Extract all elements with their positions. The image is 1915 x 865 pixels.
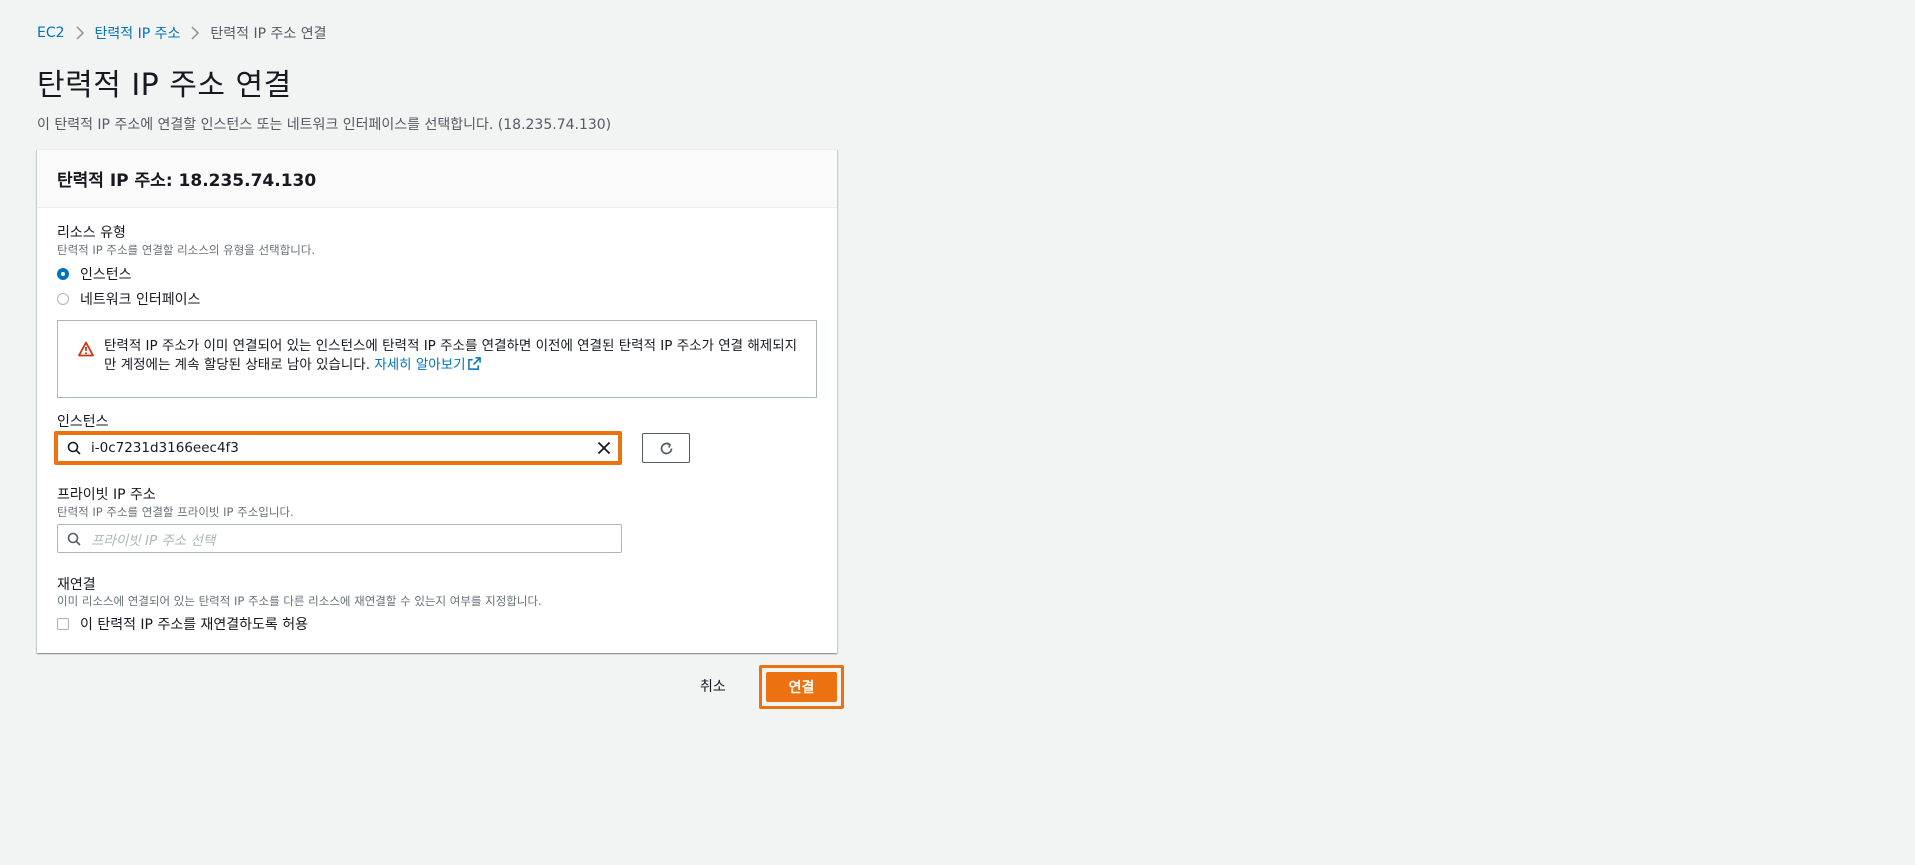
private-ip-label: 프라이빗 IP 주소	[57, 487, 156, 503]
associate-button[interactable]: 연결	[766, 672, 837, 702]
breadcrumb-elastic-ips[interactable]: 탄력적 IP 주소	[95, 23, 181, 43]
breadcrumb: EC2 탄력적 IP 주소 탄력적 IP 주소 연결	[37, 23, 327, 43]
chevron-right-icon	[65, 26, 95, 40]
breadcrumb-ec2[interactable]: EC2	[37, 25, 65, 41]
chevron-right-icon	[180, 26, 210, 40]
reassociate-checkbox[interactable]	[57, 618, 69, 630]
refresh-icon	[660, 441, 672, 454]
page: EC2 탄력적 IP 주소 탄력적 IP 주소 연결 탄력적 IP 주소 연결 …	[0, 0, 1915, 865]
page-description: 이 탄력적 IP 주소에 연결할 인스턴스 또는 네트워크 인터페이스를 선택합…	[37, 117, 612, 133]
reassociate-description: 이미 리소스에 연결되어 있는 탄력적 IP 주소를 다른 리소스에 재연결할 …	[57, 594, 542, 608]
breadcrumb-current: 탄력적 IP 주소 연결	[210, 26, 327, 42]
private-ip-description: 탄력적 IP 주소를 연결할 프라이빗 IP 주소입니다.	[57, 505, 294, 519]
reassociate-checkbox-row[interactable]: 이 탄력적 IP 주소를 재연결하도록 허용	[57, 614, 308, 634]
radio-instance-label: 인스턴스	[80, 267, 132, 283]
clear-icon[interactable]	[597, 441, 611, 455]
warning-alert-text: 탄력적 IP 주소가 이미 연결되어 있는 인스턴스에 탄력적 IP 주소를 연…	[104, 337, 804, 375]
radio-network-interface-label: 네트워크 인터페이스	[80, 292, 201, 308]
radio-instance-control[interactable]	[57, 268, 69, 280]
instance-search-input[interactable]: i-0c7231d3166eec4f3	[54, 431, 622, 465]
search-icon	[67, 532, 81, 546]
radio-network-interface[interactable]: 네트워크 인터페이스	[57, 289, 200, 309]
private-ip-select[interactable]: 프라이빗 IP 주소 선택	[57, 524, 622, 553]
external-link-icon	[467, 357, 481, 370]
instance-label: 인스턴스	[57, 414, 109, 430]
warning-icon	[78, 341, 94, 357]
learn-more-link[interactable]: 자세히 알아보기	[374, 357, 481, 373]
reassociate-checkbox-label: 이 탄력적 IP 주소를 재연결하도록 허용	[80, 617, 309, 633]
page-title: 탄력적 IP 주소 연결	[37, 68, 292, 103]
panel-header: 탄력적 IP 주소: 18.235.74.130	[37, 150, 837, 208]
resource-type-label: 리소스 유형	[57, 225, 126, 241]
radio-network-interface-control[interactable]	[57, 293, 69, 305]
search-icon	[67, 441, 81, 455]
refresh-button[interactable]	[642, 433, 690, 463]
warning-alert: 탄력적 IP 주소가 이미 연결되어 있는 인스턴스에 탄력적 IP 주소를 연…	[57, 320, 817, 398]
reassociate-label: 재연결	[57, 577, 96, 593]
radio-instance[interactable]: 인스턴스	[57, 264, 132, 284]
associate-button-focus-ring: 연결	[759, 665, 844, 709]
associate-panel: 탄력적 IP 주소: 18.235.74.130 리소스 유형 탄력적 IP 주…	[37, 149, 837, 653]
resource-type-description: 탄력적 IP 주소를 연결할 리소스의 유형을 선택합니다.	[57, 243, 316, 257]
panel-title: 탄력적 IP 주소: 18.235.74.130	[57, 171, 317, 191]
private-ip-placeholder: 프라이빗 IP 주소 선택	[91, 532, 216, 549]
learn-more-link-label: 자세히 알아보기	[374, 357, 466, 373]
cancel-button[interactable]: 취소	[700, 676, 726, 696]
instance-search-value[interactable]: i-0c7231d3166eec4f3	[91, 440, 597, 456]
